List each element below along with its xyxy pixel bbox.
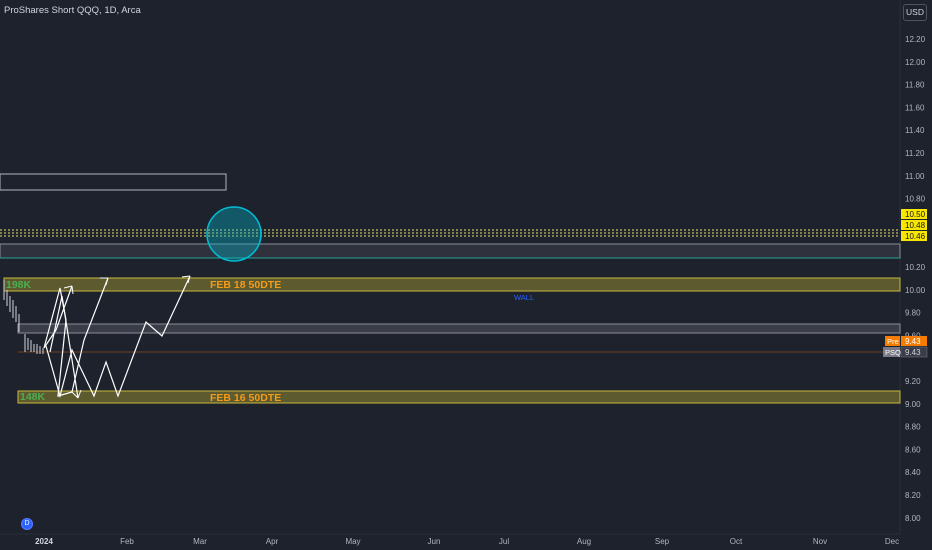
zone-lower[interactable] (17, 390, 901, 404)
price-axis-label: 10.00 (905, 286, 926, 295)
price-axis-label: 11.80 (905, 81, 925, 90)
highlight-circle[interactable] (206, 206, 262, 262)
pre-value: 9.43 (905, 337, 921, 346)
time-axis-label: Jun (428, 537, 441, 546)
projection-path-3[interactable] (45, 275, 191, 399)
time-axis-label: Nov (813, 537, 827, 546)
price-axis-label: 12.00 (905, 58, 926, 67)
currency-button[interactable]: USD (903, 4, 927, 21)
price-axis-label: 8.40 (905, 468, 921, 477)
price-axis-label: 11.40 (905, 126, 925, 135)
arrow-heads (63, 275, 191, 399)
time-axis-label: Sep (655, 537, 670, 546)
price-axis-label: 12.20 (905, 35, 926, 44)
drawn-rectangle-upper[interactable] (0, 173, 227, 191)
price-axis-label: 8.80 (905, 423, 921, 432)
volume-label-upper: 198K (6, 279, 32, 291)
price-axis-label: 11.60 (905, 103, 925, 112)
price-axis-label: 10.20 (905, 263, 926, 272)
chart-window: 198K FEB 18 50DTE WALL 148K FEB 16 50DTE (0, 0, 932, 550)
time-axis-label: Aug (577, 537, 591, 546)
price-axis-label: 10.80 (905, 195, 926, 204)
price-axis[interactable]: 12.20 12.00 11.80 11.60 11.40 11.20 11.00 10.80… (905, 35, 926, 523)
price-axis-label: 8.00 (905, 514, 921, 523)
chart-canvas[interactable]: 198K FEB 18 50DTE WALL 148K FEB 16 50DTE (0, 0, 932, 550)
pre-label: Pre (887, 337, 899, 346)
time-axis-label: Oct (730, 537, 743, 546)
price-axis-label: 9.00 (905, 400, 921, 409)
time-axis-label: Feb (120, 537, 134, 546)
symbol-title[interactable]: ProShares Short QQQ, 1D, Arca (4, 5, 141, 16)
price-axis-label: 8.20 (905, 491, 921, 500)
price-axis-label: 9.80 (905, 309, 921, 318)
tradingview-logo-icon[interactable]: D (21, 518, 33, 530)
price-tag-10-46: 10.46 (905, 232, 926, 241)
price-tag-10-50: 10.50 (905, 210, 926, 219)
zone-upper[interactable] (3, 277, 901, 292)
zone-upper-label: FEB 18 50DTE (210, 279, 281, 291)
wall-label: WALL (514, 293, 534, 302)
grey-zone-upper[interactable] (0, 243, 901, 259)
price-axis-label: 9.20 (905, 377, 921, 386)
zone-lower-label: FEB 16 50DTE (210, 392, 281, 404)
time-axis[interactable]: 2024 Feb Mar Apr May Jun Jul Aug Sep Oct Nov Dec (35, 537, 899, 546)
time-axis-label: Jul (499, 537, 509, 546)
price-axis-label: 11.00 (905, 172, 925, 181)
time-axis-label: Dec (885, 537, 899, 546)
time-axis-label: May (345, 537, 360, 546)
last-value: 9.43 (905, 348, 921, 357)
price-axis-label: 8.60 (905, 445, 921, 454)
time-axis-label: Mar (193, 537, 207, 546)
volume-label-lower: 148K (20, 391, 46, 403)
time-axis-label: Apr (266, 537, 279, 546)
time-axis-label: 2024 (35, 537, 53, 546)
symbol-label: PSQ (885, 348, 901, 357)
price-tag-10-48: 10.48 (905, 221, 926, 230)
projection-paths[interactable] (43, 275, 191, 399)
price-axis-label: 11.20 (905, 149, 925, 158)
price-tag-group: 10.50 10.48 10.46 (901, 209, 927, 241)
